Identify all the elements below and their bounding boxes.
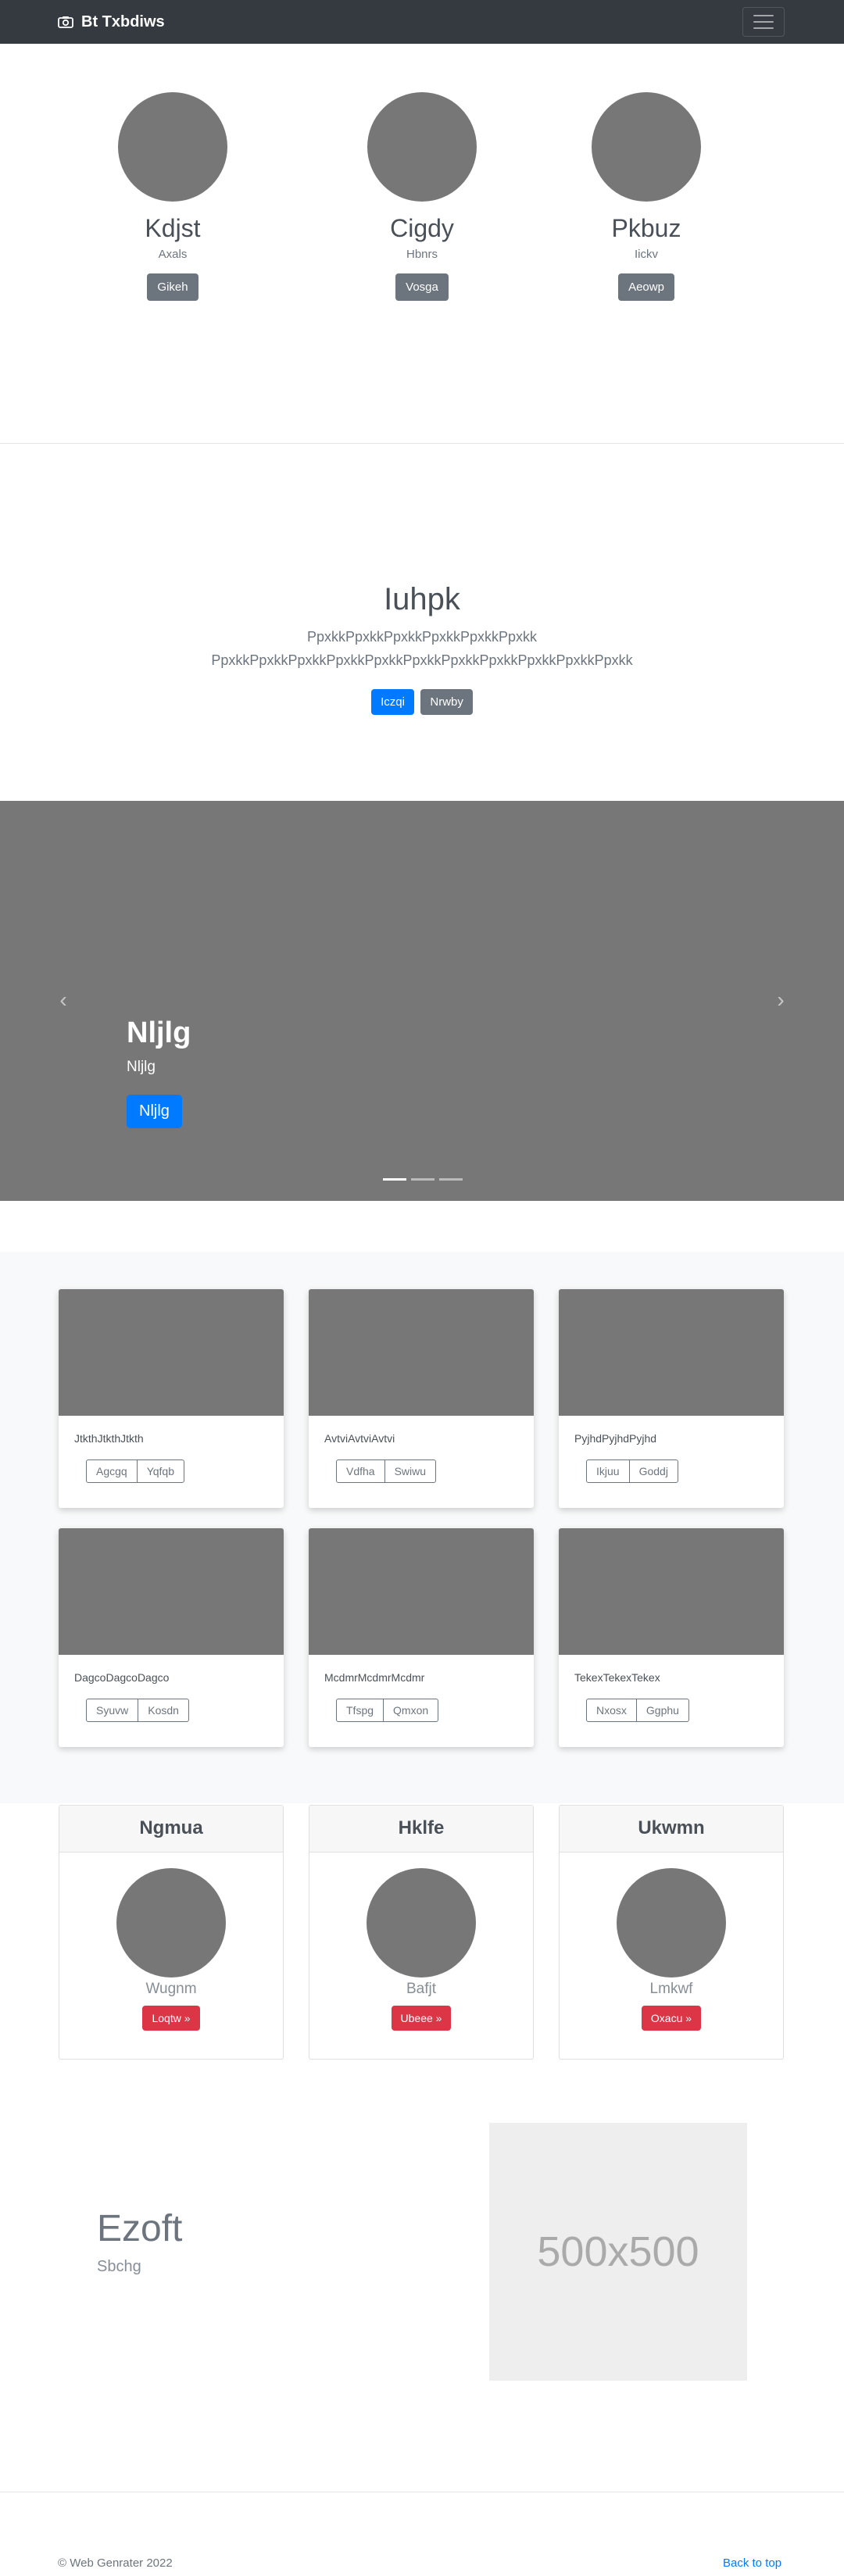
card-text: AvtviAvtviAvtvi	[324, 1432, 395, 1445]
profile-column: Cigdy Hbnrs Vosga	[344, 92, 500, 301]
card-button-group: Vdfha Swiwu	[336, 1459, 437, 1483]
team-card-header: Ukwmn	[560, 1806, 783, 1853]
album-card: PyjhdPyjhdPyjhd Ikjuu Goddj	[559, 1289, 784, 1508]
profile-subtitle: Hbnrs	[406, 248, 438, 261]
section-divider	[0, 443, 844, 444]
card-thumbnail	[559, 1289, 784, 1416]
team-card-name: Wugnm	[145, 1981, 197, 1997]
card-text: DagcoDagcoDagco	[74, 1671, 170, 1684]
carousel-indicators	[383, 1178, 463, 1181]
jumbotron-buttons: Iczqi Nrwby	[0, 689, 844, 715]
album-card: TekexTekexTekex Nxosx Ggphu	[559, 1528, 784, 1747]
album-card: DagcoDagcoDagco Syuvw Kosdn	[59, 1528, 284, 1747]
carousel: ‹ › Nljlg Nljlg Nljlg	[0, 801, 844, 1201]
card-button[interactable]: Tfspg	[336, 1699, 384, 1722]
card-button[interactable]: Syuvw	[86, 1699, 139, 1722]
avatar	[367, 1868, 476, 1978]
team-card-button[interactable]: Loqtw »	[142, 2006, 200, 2031]
card-thumbnail	[59, 1289, 284, 1416]
jumbotron-lead: PpxkkPpxkkPpxkkPpxkkPpxkkPpxkk PpxkkPpxk…	[211, 629, 633, 668]
card-button[interactable]: Ggphu	[635, 1699, 689, 1722]
card-text: McdmrMcdmrMcdmr	[324, 1671, 425, 1684]
team-card: Hklfe Bafjt Ubeee »	[309, 1805, 534, 2060]
profile-name: Pkbuz	[611, 214, 681, 242]
card-text: PyjhdPyjhdPyjhd	[574, 1432, 657, 1445]
hamburger-menu-icon	[753, 15, 774, 16]
card-button[interactable]: Agcgq	[86, 1459, 138, 1483]
feature-title: Ezoft	[97, 2208, 183, 2249]
card-button[interactable]: Swiwu	[384, 1459, 437, 1483]
profile-subtitle: Iickv	[635, 248, 658, 261]
avatar	[592, 92, 701, 202]
jumbotron-title: Iuhpk	[384, 582, 460, 616]
card-button-group: Nxosx Ggphu	[586, 1699, 689, 1722]
jumbotron-secondary-button[interactable]: Nrwby	[420, 689, 473, 715]
card-button[interactable]: Goddj	[628, 1459, 678, 1483]
card-button[interactable]: Yqfqb	[136, 1459, 185, 1483]
feature-subtitle: Sbchg	[97, 2258, 141, 2275]
profile-subtitle: Axals	[158, 248, 188, 261]
team-card: Ngmua Wugnm Loqtw »	[59, 1805, 284, 2060]
album-card: JtkthJtkthJtkth Agcgq Yqfqb	[59, 1289, 284, 1508]
album-section: JtkthJtkthJtkth Agcgq Yqfqb AvtviAvtviAv…	[0, 1252, 844, 1803]
team-card-name: Lmkwf	[649, 1981, 693, 1997]
carousel-indicator[interactable]	[411, 1178, 435, 1181]
card-thumbnail	[309, 1289, 534, 1416]
card-text: TekexTekexTekex	[574, 1671, 660, 1684]
carousel-caption-button[interactable]: Nljlg	[127, 1095, 182, 1128]
carousel-indicator[interactable]	[383, 1178, 406, 1181]
card-button-group: Agcgq Yqfqb	[86, 1459, 185, 1483]
profile-button[interactable]: Gikeh	[147, 273, 198, 301]
carousel-indicator[interactable]	[439, 1178, 463, 1181]
card-button[interactable]: Qmxon	[383, 1699, 439, 1722]
avatar	[617, 1868, 726, 1978]
album-card: McdmrMcdmrMcdmr Tfspg Qmxon	[309, 1528, 534, 1747]
team-card-header: Ngmua	[59, 1806, 283, 1853]
card-button-group: Ikjuu Goddj	[586, 1459, 678, 1483]
navbar-toggler-button[interactable]	[742, 7, 785, 37]
back-to-top-link[interactable]: Back to top	[723, 2556, 781, 2570]
navbar-brand[interactable]: Bt Txbdiws	[58, 11, 165, 33]
team-card-name: Bafjt	[406, 1981, 437, 1997]
footer-copyright: © Web Genrater 2022	[58, 2556, 173, 2570]
card-button[interactable]: Nxosx	[586, 1699, 637, 1722]
chevron-right-icon[interactable]: ›	[769, 988, 792, 1012]
card-button[interactable]: Kosdn	[138, 1699, 189, 1722]
card-thumbnail	[309, 1528, 534, 1655]
team-card-button[interactable]: Oxacu »	[641, 2006, 702, 2031]
avatar	[118, 92, 227, 202]
camera-icon	[58, 16, 73, 28]
card-thumbnail	[59, 1528, 284, 1655]
card-button-group: Syuvw Kosdn	[86, 1699, 189, 1722]
team-card-button[interactable]: Ubeee »	[391, 2006, 452, 2031]
chevron-left-icon[interactable]: ‹	[52, 988, 75, 1012]
card-text: JtkthJtkthJtkth	[74, 1432, 144, 1445]
profile-button[interactable]: Vosga	[395, 273, 449, 301]
placeholder-image: 500x500	[489, 2123, 747, 2381]
profile-name: Kdjst	[145, 214, 201, 242]
album-card: AvtviAvtviAvtvi Vdfha Swiwu	[309, 1289, 534, 1508]
navbar: Bt Txbdiws	[0, 0, 844, 44]
card-thumbnail	[559, 1528, 784, 1655]
carousel-caption-subtitle: Nljlg	[127, 1059, 156, 1075]
team-card-header: Hklfe	[309, 1806, 533, 1853]
avatar	[367, 92, 477, 202]
profile-column: Kdjst Axals Gikeh	[95, 92, 251, 301]
avatar	[116, 1868, 226, 1978]
team-card: Ukwmn Lmkwf Oxacu »	[559, 1805, 784, 2060]
profile-column: Pkbuz Iickv Aeowp	[568, 92, 724, 301]
brand-text: Bt Txbdiws	[81, 13, 165, 30]
profile-button[interactable]: Aeowp	[618, 273, 674, 301]
card-button[interactable]: Ikjuu	[586, 1459, 630, 1483]
profile-name: Cigdy	[390, 214, 454, 242]
card-button-group: Tfspg Qmxon	[336, 1699, 439, 1722]
carousel-caption-title: Nljlg	[127, 1016, 191, 1049]
card-button[interactable]: Vdfha	[336, 1459, 385, 1483]
jumbotron-primary-button[interactable]: Iczqi	[371, 689, 414, 715]
